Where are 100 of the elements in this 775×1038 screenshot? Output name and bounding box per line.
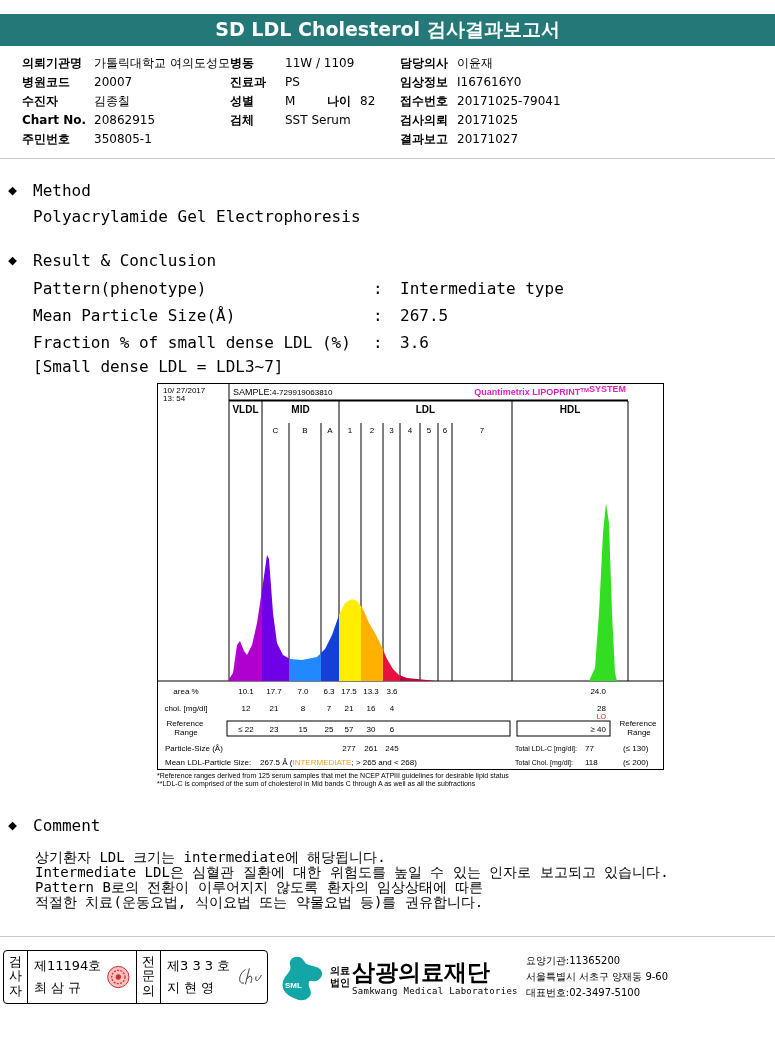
report-title: SD LDL Cholesterol 검사결과보고서 [0, 14, 775, 46]
bullet-icon: ◆ [0, 251, 33, 269]
field-value: 가톨릭대학교 여의도성모 [94, 55, 230, 72]
logo-text: SML [285, 981, 302, 990]
subband-label: 4 [407, 426, 413, 435]
corporation-type: 의료법인 [330, 965, 350, 989]
field-label: 접수번호 [400, 93, 449, 110]
field-value: PS [285, 74, 301, 91]
total-value: 77 [585, 744, 594, 753]
result-label: Pattern(phenotype) [33, 278, 208, 300]
total-range: (≤ 200) [623, 758, 649, 767]
subband-label: 7 [479, 426, 485, 435]
brand-name: Quantimetrix LIPOPRINT$^{TM}$SYSTEM [474, 384, 626, 397]
subband-label: C [272, 426, 279, 435]
result-label: Fraction % of small dense LDL (%) [33, 332, 352, 354]
subband-label: 1 [347, 426, 353, 435]
field-value: SST Serum [285, 112, 351, 129]
area-value: 10.1 [238, 687, 254, 696]
size-value: 277 [342, 744, 356, 753]
row-label: area % [173, 687, 199, 696]
reference-value: 15 [298, 725, 308, 734]
result-value: 3.6 [400, 332, 430, 354]
subband-label: 2 [369, 426, 375, 435]
signer-name: 최 삼 규 [34, 979, 83, 997]
field-value: 20007 [94, 74, 133, 91]
band-label: MID [291, 404, 310, 415]
contact-line: 요양기관:11365200 [525, 954, 622, 968]
row-label: Reference Range [166, 719, 204, 737]
band-label: VLDL [232, 404, 259, 415]
field-value: 20862915 [94, 112, 156, 129]
area-value: 7.0 [297, 687, 309, 696]
chol-value: 28 [597, 704, 606, 713]
bullet-icon: ◆ [0, 181, 33, 199]
size-value: 261 [364, 744, 378, 753]
role-label: 전문의 [137, 951, 161, 1003]
band-label: LDL [415, 404, 436, 415]
comment-line: Pattern B로의 전환이 이루어지지 않도록 환자의 임상상태에 따른 [35, 880, 485, 895]
reference-value: ≤ 22 [238, 725, 254, 734]
chol-value: 16 [366, 704, 376, 713]
chart-time: 13: 54 [163, 394, 186, 403]
field-label: 주민번호 [22, 131, 70, 148]
field-value: 11W / 1109 [285, 55, 355, 72]
field-label: 결과보고 [400, 131, 449, 148]
chol-value: 21 [269, 704, 279, 713]
field-label: 검체 [230, 112, 255, 129]
method-text: Polyacrylamide Gel Electrophoresis [32, 207, 362, 227]
subband-label: 5 [426, 426, 432, 435]
result-label: Mean Particle Size(Å) [33, 305, 237, 327]
field-value: 20171025 [457, 112, 519, 129]
field-label: 임상정보 [400, 74, 449, 91]
row-label: chol. [mg/dl] [164, 704, 208, 713]
reference-value: ≥ 40 [590, 725, 606, 734]
field-label: 진료과 [230, 74, 267, 91]
field-label: 병동 [230, 55, 255, 72]
area-value: 17.5 [341, 687, 357, 696]
signer-name: 지 현 영 [167, 979, 216, 997]
field-value: 350805-1 [94, 131, 152, 148]
section-heading: Method [33, 180, 91, 200]
separator: : [373, 305, 384, 327]
row-label: Mean LDL-Particle Size: [165, 758, 252, 767]
chol-value: 7 [326, 704, 332, 713]
field-label: Chart No. [22, 112, 87, 129]
size-value: 245 [385, 744, 399, 753]
column-label: Reference Range [619, 719, 657, 737]
organization-name: 삼광의료재단 [352, 958, 491, 986]
row-label: Particle-Size (Å) [165, 744, 223, 753]
sample-number: 4-729919063810 [272, 388, 333, 397]
field-label: 나이 [327, 93, 352, 110]
section-heading: Result & Conclusion [33, 250, 217, 270]
field-label: 수진자 [22, 93, 58, 110]
chol-value: 8 [300, 704, 306, 713]
result-value: 267.5 [400, 305, 450, 327]
subband-label: A [327, 426, 333, 435]
section-heading: Comment [33, 815, 101, 835]
field-label: 성별 [230, 93, 255, 110]
contact-line: 서울특별시 서초구 양재동 9-60 [525, 970, 669, 984]
comment-line: 적절한 치료(운동요법, 식이요법 또는 약물요법 등)를 권유합니다. [35, 895, 485, 910]
area-value: 6.3 [323, 687, 335, 696]
sample-label: SAMPLE: [233, 387, 272, 397]
field-label: 담당의사 [400, 55, 449, 72]
field-value: 김종칠 [94, 93, 130, 110]
contact-line: 대표번호:02-3497-5100 [525, 986, 642, 1000]
field-value: I167616Y0 [457, 74, 522, 91]
reference-value: 30 [366, 725, 376, 734]
role-label: 검사자 [4, 951, 28, 1003]
reference-value: 23 [269, 725, 279, 734]
result-value: Intermediate type [400, 278, 565, 300]
area-value: 13.3 [363, 687, 379, 696]
field-value: 20171027 [457, 131, 519, 148]
field-value: M [285, 93, 297, 110]
field-value: 20171025-79041 [457, 93, 561, 110]
comment-line: 상기환자 LDL 크기는 intermediate에 해당됩니다. [35, 850, 387, 865]
subband-label: 3 [389, 426, 394, 435]
reference-value: 57 [344, 725, 354, 734]
field-value: 이윤재 [457, 55, 493, 72]
separator: : [373, 278, 384, 300]
area-value: 17.7 [266, 687, 282, 696]
area-value: 24.0 [590, 687, 606, 696]
total-value: 118 [585, 758, 598, 767]
subband-label: 6 [442, 426, 448, 435]
